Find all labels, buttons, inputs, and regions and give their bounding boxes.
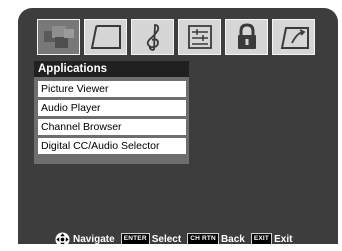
- exit-key-icon: EXIT: [250, 233, 273, 244]
- tab-applications[interactable]: [37, 19, 80, 55]
- back-label: Back: [220, 233, 245, 245]
- exit-label: Exit: [274, 233, 293, 245]
- key-guide-footer: Navigate ENTER Select CH RTN Back EXIT E…: [18, 231, 338, 244]
- tab-setup[interactable]: [178, 19, 221, 55]
- navigate-label: Navigate: [73, 233, 115, 245]
- enter-key-icon: ENTER: [120, 233, 150, 244]
- tab-lock[interactable]: [225, 19, 268, 55]
- tab-installation[interactable]: [272, 19, 315, 55]
- ch-rtn-key-icon: CH RTN: [187, 233, 219, 244]
- tab-audio[interactable]: [131, 19, 174, 55]
- menu-icon-bar: [37, 19, 315, 55]
- menu-item-digital-cc-audio-selector[interactable]: Digital CC/Audio Selector: [38, 138, 186, 154]
- tv-menu-screen: Applications Picture Viewer Audio Player…: [18, 8, 338, 244]
- setup-sliders-icon: [187, 25, 212, 49]
- lock-icon: [237, 23, 256, 49]
- menu-title: Applications: [34, 61, 189, 77]
- menu-item-picture-viewer[interactable]: Picture Viewer: [38, 81, 186, 97]
- picture-icon: [90, 25, 121, 49]
- navigate-dpad-icon: [55, 231, 70, 244]
- select-label: Select: [151, 233, 182, 245]
- applications-icon: [43, 26, 74, 48]
- menu-item-channel-browser[interactable]: Channel Browser: [38, 119, 186, 135]
- audio-clef-icon: [146, 24, 159, 51]
- tab-picture[interactable]: [84, 19, 127, 55]
- applications-menu: Picture Viewer Audio Player Channel Brow…: [34, 77, 189, 164]
- menu-item-audio-player[interactable]: Audio Player: [38, 100, 186, 116]
- installation-icon: [280, 27, 309, 49]
